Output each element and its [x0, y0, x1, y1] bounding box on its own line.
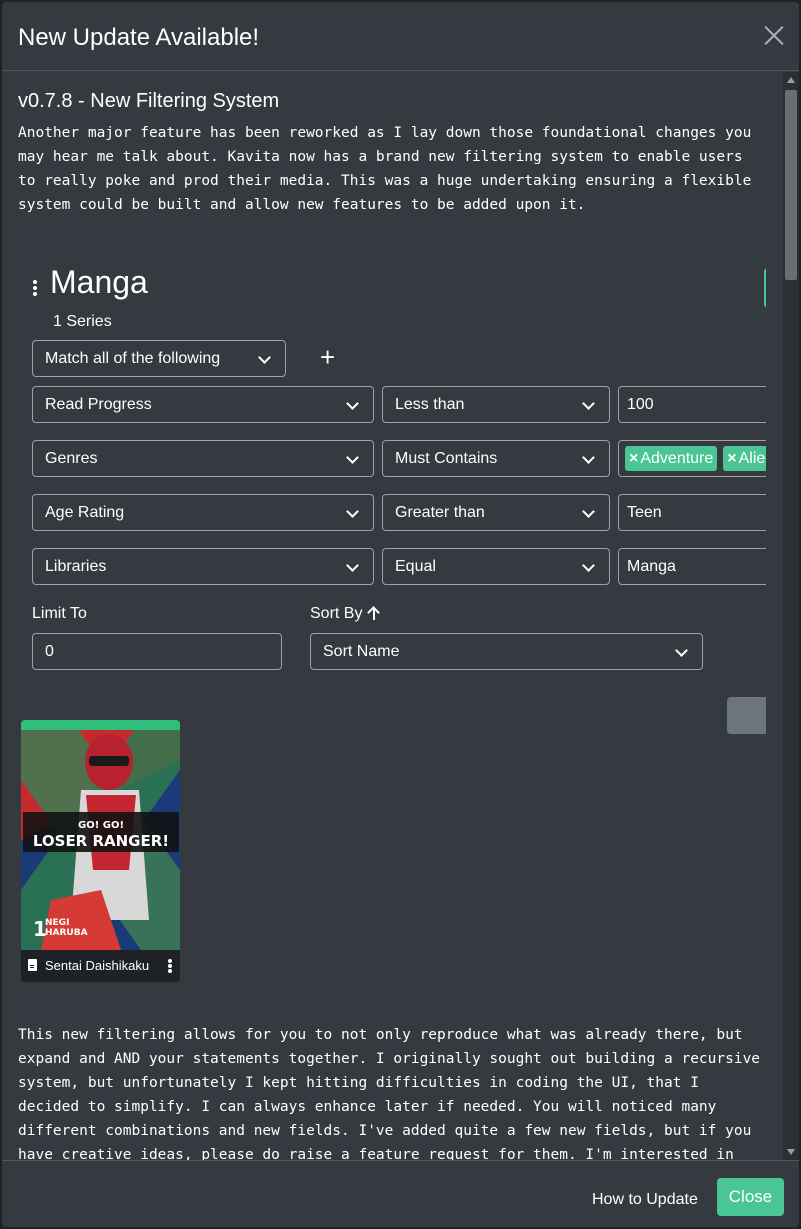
limit-to-value: 0	[45, 643, 54, 660]
series-card: GO! GO! LOSER RANGER! 1 NEGI HARUBA Sent…	[21, 720, 180, 982]
filter-field-value: Read Progress	[45, 396, 152, 413]
how-to-update-button[interactable]: How to Update	[584, 1181, 706, 1219]
kebab-icon	[32, 280, 38, 296]
filter-field-value: Genres	[45, 450, 98, 467]
filter-comparison-select: Greater than	[382, 494, 610, 531]
filter-value: Manga	[627, 558, 676, 575]
modal-scrollbar[interactable]	[783, 72, 799, 1160]
filter-screenshot-image: Manga 1 Series Match all of the followin…	[2, 230, 784, 990]
filter-value-input: Teen	[618, 494, 766, 531]
cover-title-line2: LOSER RANGER!	[33, 832, 169, 850]
filter-comparison-select: Less than	[382, 386, 610, 423]
update-modal: New Update Available! v0.7.8 - New Filte…	[2, 2, 799, 1227]
release-title: v0.7.8 - New Filtering System	[18, 90, 280, 112]
genre-chip: × Alie	[723, 446, 766, 471]
sort-by-select: Sort Name	[310, 633, 703, 670]
series-cover-image: GO! GO! LOSER RANGER! 1 NEGI HARUBA	[21, 720, 180, 950]
filter-comparison-value: Less than	[395, 396, 465, 413]
filter-value-input: Manga	[618, 548, 766, 585]
modal-footer: How to Update Close	[2, 1160, 799, 1227]
filter-field-select: Age Rating	[32, 494, 374, 531]
library-title: Manga	[50, 264, 148, 300]
limit-to-label: Limit To	[32, 605, 87, 622]
chip-label: Adventure	[640, 450, 714, 467]
genre-chip: × Adventure	[625, 446, 718, 471]
scroll-down-arrow-icon[interactable]	[787, 1149, 795, 1155]
match-mode-select: Match all of the following	[32, 340, 286, 377]
filter-field-select: Genres	[32, 440, 374, 477]
chip-label: Alie	[738, 450, 766, 467]
sort-by-label: Sort By	[310, 605, 380, 623]
limit-to-input: 0	[32, 633, 282, 670]
release-body-text: This new filtering allows for you to not…	[18, 1027, 761, 1160]
filter-value: Teen	[627, 504, 662, 521]
close-button[interactable]: Close	[717, 1178, 784, 1216]
release-intro-text: Another major feature has been reworked …	[18, 125, 752, 213]
filter-comparison-value: Greater than	[395, 504, 485, 521]
filter-toggle-button-edge	[764, 268, 766, 308]
modal-body[interactable]: v0.7.8 - New Filtering System Another ma…	[2, 72, 784, 1160]
filter-field-value: Libraries	[45, 558, 107, 575]
apply-button-edge	[727, 697, 766, 734]
filter-field-select: Libraries	[32, 548, 374, 585]
filter-comparison-value: Equal	[395, 558, 436, 575]
filter-comparison-select: Must Contains	[382, 440, 610, 477]
filter-comparison-select: Equal	[382, 548, 610, 585]
series-count: 1 Series	[53, 313, 112, 330]
scrollbar-thumb[interactable]	[785, 90, 797, 280]
close-icon[interactable]	[763, 24, 785, 46]
card-footer: Sentai Daishikaku	[21, 950, 180, 982]
modal-title: New Update Available!	[18, 24, 260, 51]
filter-chip-input: × Adventure × Alie	[618, 440, 766, 477]
cover-title-line1: GO! GO!	[78, 820, 124, 831]
filter-value-input: 100	[618, 386, 766, 423]
modal-header: New Update Available!	[2, 2, 799, 71]
file-icon	[28, 959, 37, 971]
match-mode-value: Match all of the following	[45, 350, 221, 367]
sort-by-value: Sort Name	[323, 643, 400, 660]
plus-icon: +	[320, 342, 336, 372]
filter-value: 100	[627, 396, 654, 413]
filter-field-value: Age Rating	[45, 504, 125, 521]
series-card-title: Sentai Daishikaku	[45, 958, 150, 973]
cover-author-line1: NEGI	[45, 918, 69, 928]
sort-by-text: Sort By	[310, 605, 363, 622]
scroll-up-arrow-icon[interactable]	[787, 77, 795, 83]
arrow-up-icon	[368, 606, 380, 620]
filter-field-select: Read Progress	[32, 386, 374, 423]
cover-author-line2: HARUBA	[45, 928, 88, 938]
kebab-icon	[168, 959, 172, 973]
filter-comparison-value: Must Contains	[395, 450, 498, 467]
